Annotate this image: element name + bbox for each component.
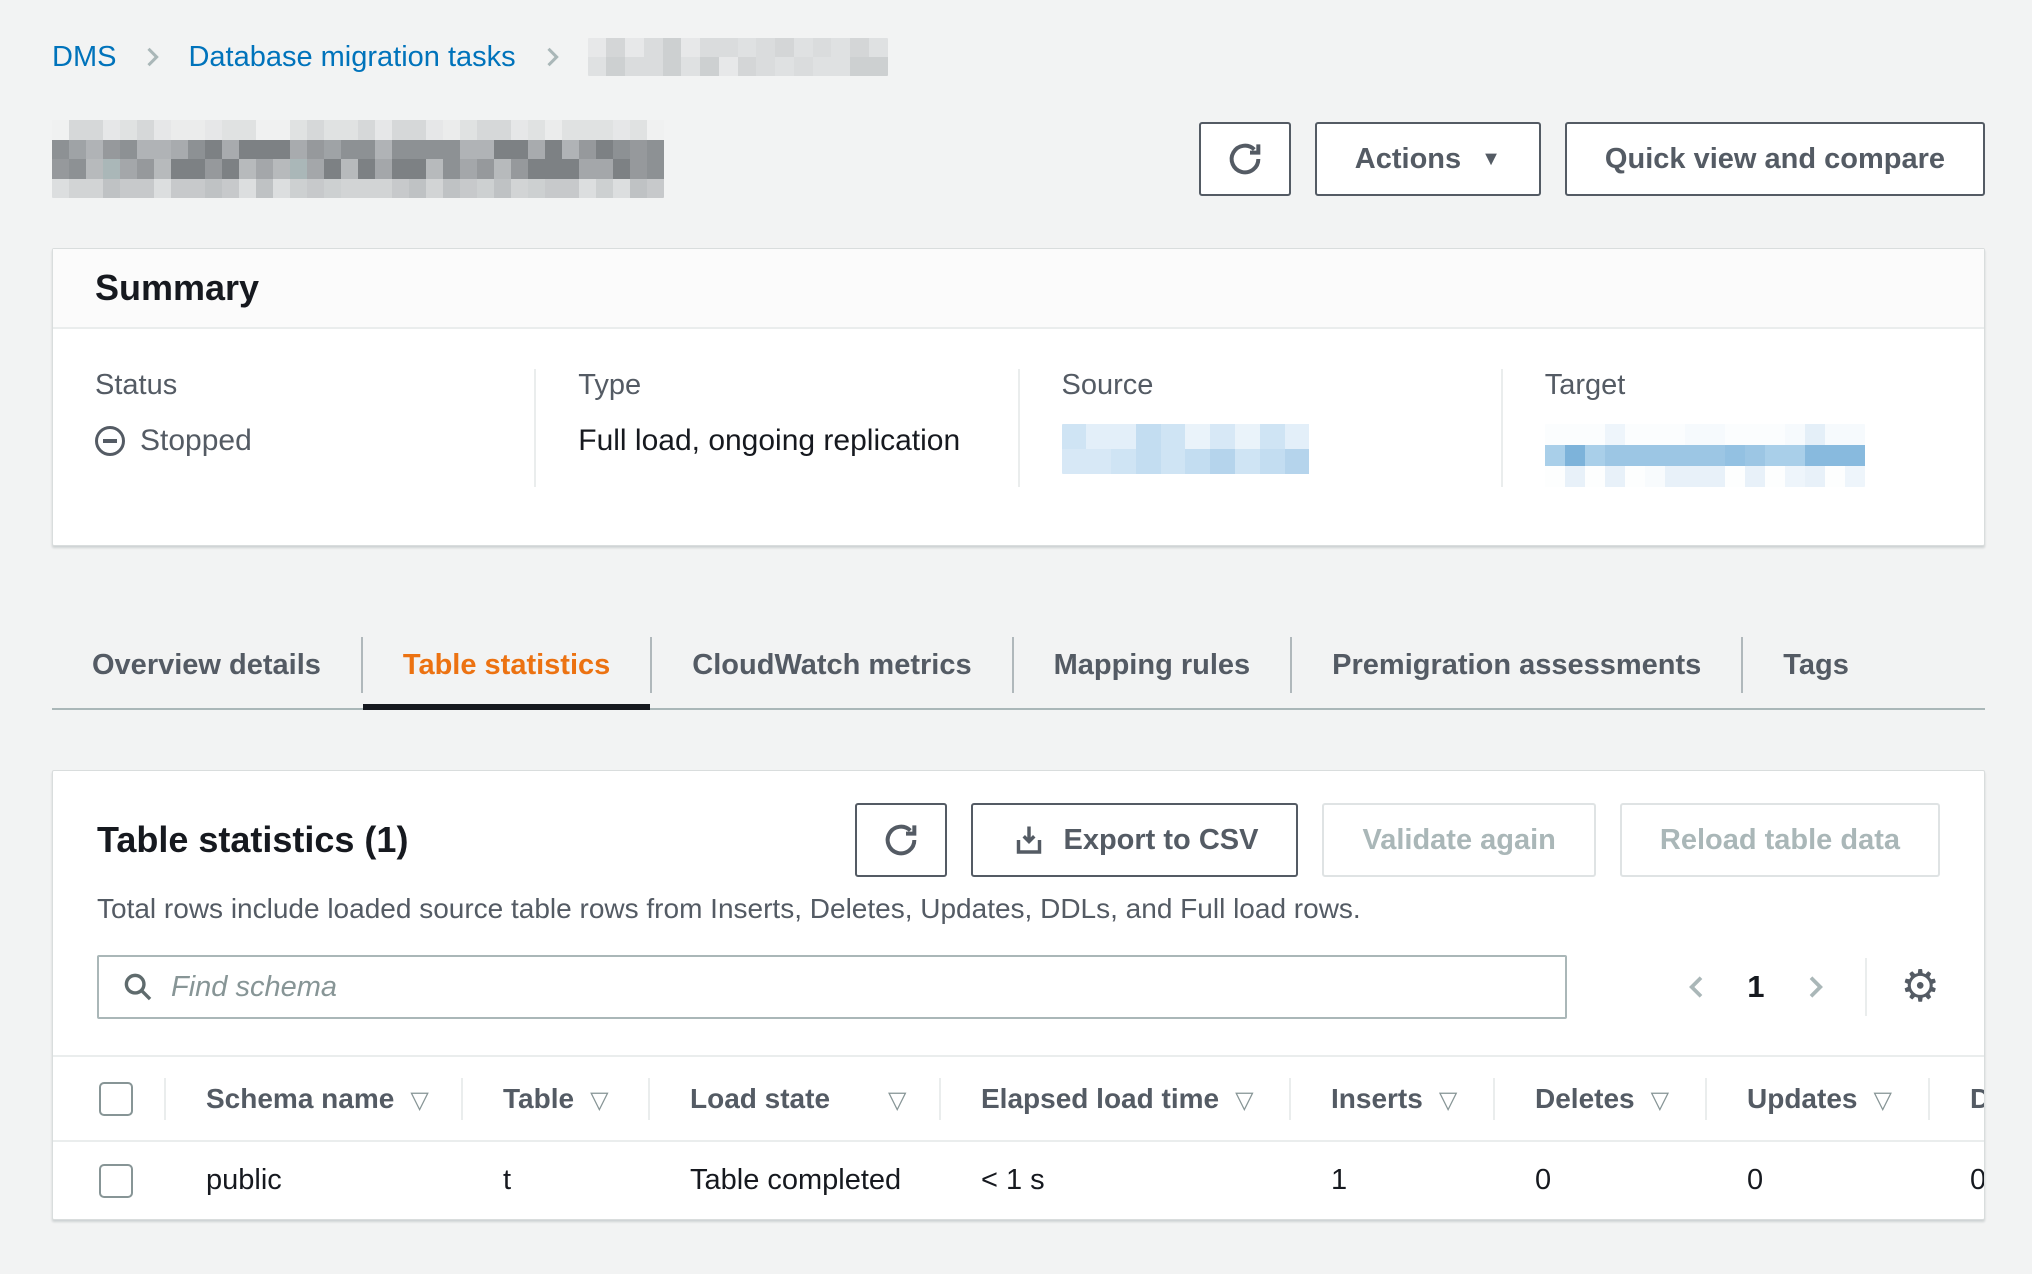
column-header-table[interactable]: Table▽ (461, 1057, 648, 1141)
chevron-right-icon (538, 43, 566, 71)
cell-elapsed-load-time: < 1 s (939, 1141, 1289, 1219)
summary-panel: Summary Status Stopped Type Full load, o… (52, 248, 1985, 546)
tab-overview-details[interactable]: Overview details (52, 622, 361, 708)
column-header-elapsed-load-time[interactable]: Elapsed load time▽ (939, 1057, 1289, 1141)
search-input[interactable] (171, 959, 1543, 1015)
cell-load-state: Table completed (648, 1141, 939, 1219)
column-header-inserts[interactable]: Inserts▽ (1289, 1057, 1493, 1141)
statistics-table: Schema name▽ Table▽ Load state▽ Elapsed … (53, 1055, 1984, 1219)
column-header-updates[interactable]: Updates▽ (1705, 1057, 1928, 1141)
summary-grid: Status Stopped Type Full load, ongoing r… (53, 329, 1984, 545)
sort-icon: ▽ (888, 1087, 906, 1114)
table-controls-row: 1 ⚙ (53, 925, 1984, 1019)
status-label: Status (95, 369, 534, 402)
target-label: Target (1545, 369, 1984, 402)
stopped-icon (95, 426, 125, 456)
summary-source: Source (1018, 369, 1501, 487)
summary-status: Status Stopped (53, 369, 534, 487)
pagination: 1 ⚙ (1681, 958, 1940, 1016)
table-statistics-actions: Export to CSV Validate again Reload tabl… (855, 803, 1940, 877)
page-header: Actions ▼ Quick view and compare (52, 120, 1985, 198)
page-title-redacted (52, 120, 664, 198)
table-header-row: Schema name▽ Table▽ Load state▽ Elapsed … (53, 1057, 1985, 1141)
cell-deletes: 0 (1493, 1141, 1705, 1219)
column-header-ddls[interactable]: DDLs (1928, 1057, 1985, 1141)
table-refresh-button[interactable] (855, 803, 947, 877)
breadcrumb-dms-link[interactable]: DMS (52, 41, 116, 74)
search-icon (121, 970, 155, 1004)
cell-table: t (461, 1141, 648, 1219)
summary-title: Summary (95, 267, 259, 309)
preferences-gear-icon[interactable]: ⚙ (1901, 965, 1940, 1009)
summary-panel-header: Summary (53, 249, 1984, 329)
table-statistics-title: Table statistics (1) (97, 819, 408, 861)
tab-table-statistics[interactable]: Table statistics (363, 622, 650, 708)
table-statistics-panel: Table statistics (1) Export to CSV Valid… (52, 770, 1985, 1220)
schema-search-box[interactable] (97, 955, 1567, 1019)
caret-down-icon: ▼ (1481, 149, 1501, 169)
tab-premigration-assessments[interactable]: Premigration assessments (1292, 622, 1741, 708)
dms-task-page: DMS Database migration tasks Actions ▼ Q… (0, 0, 2032, 1220)
tab-tags[interactable]: Tags (1743, 622, 1889, 708)
actions-button[interactable]: Actions ▼ (1315, 122, 1541, 196)
table-statistics-description: Total rows include loaded source table r… (53, 877, 1984, 925)
cell-schema-name: public (164, 1141, 461, 1219)
sort-icon: ▽ (1439, 1087, 1457, 1114)
type-label: Type (578, 369, 1017, 402)
target-link-redacted[interactable] (1545, 424, 1865, 487)
type-value: Full load, ongoing replication (578, 424, 1017, 458)
pagination-divider (1865, 958, 1867, 1016)
column-header-schema-name[interactable]: Schema name▽ (164, 1057, 461, 1141)
source-label: Source (1062, 369, 1501, 402)
next-page-button[interactable] (1799, 971, 1831, 1003)
reload-table-data-button[interactable]: Reload table data (1620, 803, 1940, 877)
summary-target: Target (1501, 369, 1984, 487)
tab-mapping-rules[interactable]: Mapping rules (1014, 622, 1291, 708)
sort-icon: ▽ (410, 1087, 428, 1114)
column-header-deletes[interactable]: Deletes▽ (1493, 1057, 1705, 1141)
source-link-redacted[interactable] (1062, 424, 1310, 474)
current-page-number: 1 (1741, 969, 1770, 1005)
summary-type: Type Full load, ongoing replication (534, 369, 1017, 487)
table-row: public t Table completed < 1 s 1 0 0 0 (53, 1141, 1985, 1219)
sort-icon: ▽ (1651, 1087, 1669, 1114)
sort-icon: ▽ (1235, 1087, 1253, 1114)
breadcrumb-current-redacted (588, 38, 888, 76)
cell-updates: 0 (1705, 1141, 1928, 1219)
select-all-checkbox[interactable] (99, 1082, 133, 1116)
cell-ddls: 0 (1928, 1141, 1985, 1219)
header-actions: Actions ▼ Quick view and compare (1199, 122, 1985, 196)
chevron-right-icon (138, 43, 166, 71)
task-tabs: Overview details Table statistics CloudW… (52, 622, 1985, 710)
tab-cloudwatch-metrics[interactable]: CloudWatch metrics (652, 622, 1011, 708)
validate-again-button[interactable]: Validate again (1322, 803, 1595, 877)
status-value: Stopped (95, 424, 534, 458)
breadcrumb: DMS Database migration tasks (52, 38, 1985, 76)
row-checkbox[interactable] (99, 1164, 133, 1198)
breadcrumb-tasks-link[interactable]: Database migration tasks (188, 41, 515, 74)
sort-icon: ▽ (590, 1087, 608, 1114)
export-csv-button[interactable]: Export to CSV (971, 803, 1298, 877)
cell-inserts: 1 (1289, 1141, 1493, 1219)
quick-view-compare-button[interactable]: Quick view and compare (1565, 122, 1985, 196)
table-statistics-header: Table statistics (1) Export to CSV Valid… (53, 771, 1984, 877)
column-header-load-state[interactable]: Load state▽ (648, 1057, 939, 1141)
refresh-button[interactable] (1199, 122, 1291, 196)
download-icon (1011, 822, 1047, 858)
sort-icon: ▽ (1873, 1087, 1891, 1114)
previous-page-button[interactable] (1681, 971, 1713, 1003)
